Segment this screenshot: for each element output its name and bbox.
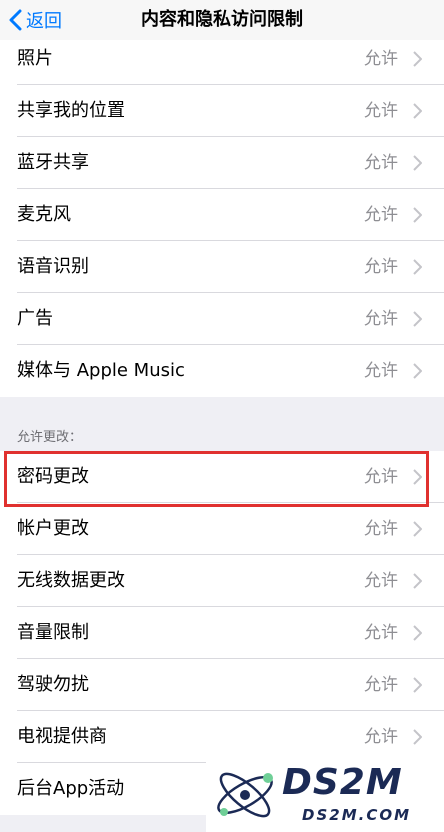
row-value: 允许 [364, 361, 398, 381]
row-value: 允许 [364, 309, 398, 329]
row-label: 照片 [17, 48, 53, 69]
chevron-right-icon [413, 469, 422, 485]
settings-row-share-location[interactable]: 共享我的位置 允许 [0, 85, 444, 137]
navigation-bar: 返回 内容和隐私访问限制 [0, 0, 444, 40]
settings-row-bluetooth-sharing[interactable]: 蓝牙共享 允许 [0, 137, 444, 189]
row-label: 电视提供商 [17, 726, 107, 747]
chevron-right-icon [413, 625, 422, 641]
page-title: 内容和隐私访问限制 [141, 9, 303, 30]
settings-row-cellular-data-changes[interactable]: 无线数据更改 允许 [0, 555, 444, 607]
chevron-right-icon [413, 259, 422, 275]
chevron-right-icon [413, 573, 422, 589]
settings-row-account-changes[interactable]: 帐户更改 允许 [0, 503, 444, 555]
row-label: 驾驶勿扰 [17, 674, 89, 695]
row-value: 允许 [364, 571, 398, 591]
row-label: 帐户更改 [17, 518, 89, 539]
row-label: 媒体与 Apple Music [17, 360, 185, 381]
chevron-right-icon [413, 677, 422, 693]
settings-row-microphone[interactable]: 麦克风 允许 [0, 189, 444, 241]
settings-row-passcode-changes[interactable]: 密码更改 允许 [0, 451, 444, 503]
watermark-logo: DS2M [282, 762, 403, 803]
chevron-right-icon [413, 363, 422, 379]
settings-row-media-apple-music[interactable]: 媒体与 Apple Music 允许 [0, 345, 444, 397]
row-value: 允许 [364, 467, 398, 487]
chevron-right-icon [413, 311, 422, 327]
row-value: 允许 [364, 675, 398, 695]
section-header-allow-changes: 允许更改： [17, 430, 83, 445]
row-label: 后台App活动 [17, 778, 125, 799]
row-value: 允许 [364, 49, 398, 69]
row-label: 语音识别 [17, 256, 89, 277]
chevron-right-icon [413, 51, 422, 67]
chevron-right-icon [413, 103, 422, 119]
watermark: DS2M DS2M.COM [206, 756, 444, 832]
row-label: 广告 [17, 308, 53, 329]
row-value: 允许 [364, 101, 398, 121]
chevron-right-icon [413, 207, 422, 223]
row-label: 密码更改 [17, 466, 89, 487]
privacy-settings-group: 照片 允许 共享我的位置 允许 蓝牙共享 允许 麦克风 允许 语音识别 允许 广… [0, 33, 444, 397]
row-label: 共享我的位置 [17, 100, 125, 121]
row-value: 允许 [364, 623, 398, 643]
row-value: 允许 [364, 519, 398, 539]
settings-row-photos[interactable]: 照片 允许 [0, 33, 444, 85]
chevron-right-icon [413, 729, 422, 745]
settings-row-volume-limit[interactable]: 音量限制 允许 [0, 607, 444, 659]
row-label: 音量限制 [17, 622, 89, 643]
settings-row-speech-recognition[interactable]: 语音识别 允许 [0, 241, 444, 293]
atom-logo-icon [217, 772, 273, 818]
row-value: 允许 [364, 153, 398, 173]
settings-row-do-not-disturb-driving[interactable]: 驾驶勿扰 允许 [0, 659, 444, 711]
row-label: 无线数据更改 [17, 570, 125, 591]
chevron-right-icon [413, 155, 422, 171]
row-value: 允许 [364, 205, 398, 225]
settings-row-advertising[interactable]: 广告 允许 [0, 293, 444, 345]
watermark-url: DS2M.COM [302, 806, 412, 824]
row-label: 麦克风 [17, 204, 71, 225]
row-label: 蓝牙共享 [17, 152, 89, 173]
row-value: 允许 [364, 257, 398, 277]
chevron-right-icon [413, 521, 422, 537]
